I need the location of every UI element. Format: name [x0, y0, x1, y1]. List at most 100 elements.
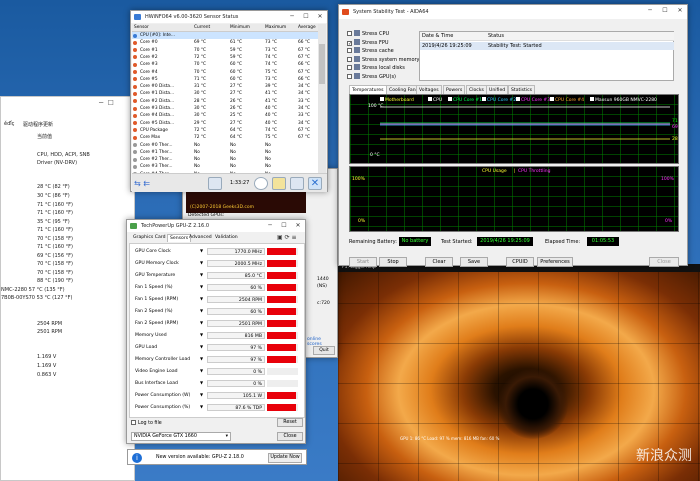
col-minimum[interactable]: Minimum [230, 25, 250, 30]
sensor-row[interactable]: Core #5 71 °C 60 °C 73 °C 66 °C [132, 76, 318, 83]
tab-advanced[interactable]: Advanced [187, 234, 214, 242]
stress-option[interactable]: Stress system memory [347, 55, 420, 63]
stress-option[interactable]: ✓ Stress FPU [347, 38, 389, 46]
chevron-down-icon[interactable]: ▼ [200, 404, 203, 409]
checkbox[interactable] [347, 56, 352, 62]
checkbox[interactable]: ✓ [347, 40, 352, 46]
stress-option[interactable]: Stress GPU(s) [347, 73, 396, 80]
tab-graphics-card[interactable]: Graphics Card [131, 234, 168, 242]
sensor-row[interactable]: Core #3 Ther... No No No [132, 163, 318, 170]
sensor-row[interactable]: Core #1 Ther... No No No [132, 149, 318, 156]
col-datetime[interactable]: Date & Time [420, 32, 486, 41]
legend-item[interactable]: CPU Core #1 [448, 97, 482, 103]
legend-checkbox[interactable] [428, 97, 432, 101]
chevron-down-icon[interactable]: ▼ [200, 392, 203, 397]
sensor-row[interactable]: CPU Package 72 °C 64 °C 74 °C 67 °C [132, 127, 318, 134]
legend-item[interactable]: Maxsun 960GB NMVC-2280 [590, 97, 657, 103]
tab-powers[interactable]: Powers [443, 85, 466, 94]
clock-icon[interactable] [254, 177, 268, 190]
window-controls[interactable]: ─ ☐ [99, 99, 114, 107]
start-button[interactable]: Start [349, 257, 377, 267]
legend-checkbox[interactable] [590, 97, 594, 101]
close-icon[interactable]: ✕ [291, 220, 305, 232]
cpuid-button[interactable]: CPUID [506, 257, 534, 267]
chevron-down-icon[interactable]: ▼ [200, 284, 203, 289]
chevron-down-icon[interactable]: ▼ [200, 272, 203, 277]
stress-option[interactable]: Stress local disks [347, 64, 405, 71]
close-icon[interactable]: ✕ [673, 5, 687, 17]
save-button[interactable]: Save [460, 257, 488, 267]
sensor-row[interactable]: CPU [#0]: Inte... [132, 32, 318, 39]
sensor-row[interactable]: Core #5 Dista... 29 °C 27 °C 40 °C 34 °C [132, 120, 318, 127]
legend-item[interactable]: CPU Core #2 [482, 97, 516, 103]
camera-menu-icons[interactable]: ▣ ⟳ ≡ [277, 234, 297, 241]
minimize-icon[interactable]: ─ [285, 11, 299, 23]
maximize-icon[interactable]: ☐ [277, 220, 291, 232]
chevron-down-icon[interactable]: ▼ [200, 356, 203, 361]
chevron-down-icon[interactable]: ▼ [200, 260, 203, 265]
sensor-row[interactable]: Core #0 Dista... 31 °C 27 °C 39 °C 34 °C [132, 83, 318, 90]
checkbox[interactable] [347, 65, 352, 71]
card-select[interactable]: NVIDIA GeForce GTX 1660 ▾ [131, 432, 231, 441]
close-button[interactable]: Close [277, 432, 303, 441]
sensor-row[interactable]: Core #4 Dista... 30 °C 25 °C 40 °C 33 °C [132, 112, 318, 119]
col-status[interactable]: Status [486, 32, 674, 41]
sensor-row[interactable]: Core Max 72 °C 64 °C 75 °C 67 °C [132, 134, 318, 141]
tab-validation[interactable]: Validation [213, 234, 240, 242]
col-average[interactable]: Average [298, 25, 316, 30]
legend-checkbox[interactable] [380, 97, 384, 101]
tab-voltages[interactable]: Voltages [416, 85, 442, 94]
sensor-row[interactable]: Core #2 72 °C 59 °C 74 °C 67 °C [132, 54, 318, 61]
scrollbar[interactable] [318, 24, 326, 178]
close-sensor-icon[interactable]: ✕ [308, 177, 322, 190]
checkbox[interactable] [347, 31, 352, 36]
sensor-row[interactable]: Core #1 70 °C 59 °C 73 °C 67 °C [132, 47, 318, 54]
network-icon[interactable] [208, 177, 222, 190]
chevron-down-icon[interactable]: ▼ [200, 332, 203, 337]
tab-unified[interactable]: Unified [486, 85, 509, 94]
sensor-row[interactable]: Core #1 Dista... 30 °C 27 °C 41 °C 34 °C [132, 90, 318, 97]
tab-clocks[interactable]: Clocks [466, 85, 487, 94]
chevron-down-icon[interactable]: ▼ [200, 344, 203, 349]
col-sensor[interactable]: Sensor [134, 25, 149, 30]
quit-button[interactable]: Quit [313, 346, 335, 355]
chevron-down-icon[interactable]: ▼ [200, 368, 203, 373]
stress-option[interactable]: Stress CPU [347, 30, 389, 37]
sensor-row[interactable]: Core #3 70 °C 60 °C 74 °C 66 °C [132, 61, 318, 68]
chevron-down-icon[interactable]: ▼ [200, 380, 203, 385]
sensor-list[interactable]: CPU [#0]: Inte... Core #0 69 °C 61 °C 73 °C 6… [132, 32, 318, 178]
legend-checkbox[interactable] [516, 97, 520, 101]
legend-item[interactable]: CPU Core #4 [550, 97, 584, 103]
close-button[interactable]: Close [649, 257, 679, 267]
sensor-row[interactable]: Core #0 69 °C 61 °C 73 °C 66 °C [132, 39, 318, 46]
sensor-row[interactable]: Core #4 70 °C 60 °C 75 °C 67 °C [132, 69, 318, 76]
col-current[interactable]: Current [194, 25, 210, 30]
maximize-icon[interactable]: ☐ [299, 11, 313, 23]
stress-option[interactable]: Stress cache [347, 47, 394, 54]
stop-button[interactable]: Stop [379, 257, 407, 267]
settings-icon[interactable] [290, 177, 304, 190]
sensor-row[interactable]: Core #0 Ther... No No No [132, 142, 318, 149]
legend-checkbox[interactable] [448, 97, 452, 101]
log-to-file[interactable]: Log to file [131, 420, 162, 426]
sensor-row[interactable]: Core #2 Ther... No No No [132, 156, 318, 163]
checkbox[interactable] [347, 48, 352, 54]
report-icon[interactable] [272, 177, 286, 190]
legend-checkbox[interactable] [482, 97, 486, 101]
tab-temperatures[interactable]: Temperatures [349, 85, 387, 94]
minimize-icon[interactable]: ─ [263, 220, 277, 232]
reset-button[interactable]: Reset [277, 418, 303, 427]
sensor-row[interactable]: Core #3 Dista... 30 °C 26 °C 40 °C 34 °C [132, 105, 318, 112]
clear-button[interactable]: Clear [425, 257, 453, 267]
chevron-down-icon[interactable]: ▼ [200, 320, 203, 325]
update-now-button[interactable]: Update Now [268, 453, 302, 463]
tab-statistics[interactable]: Statistics [508, 85, 535, 94]
close-icon[interactable]: ✕ [313, 11, 327, 23]
chevron-down-icon[interactable]: ▼ [200, 296, 203, 301]
minimize-icon[interactable]: ─ [643, 5, 657, 17]
col-maximum[interactable]: Maximum [265, 25, 286, 30]
preferences-button[interactable]: Preferences [537, 257, 573, 267]
legend-checkbox[interactable] [550, 97, 554, 101]
maximize-icon[interactable]: ☐ [658, 5, 672, 17]
legend-item[interactable]: CPU [428, 97, 442, 103]
